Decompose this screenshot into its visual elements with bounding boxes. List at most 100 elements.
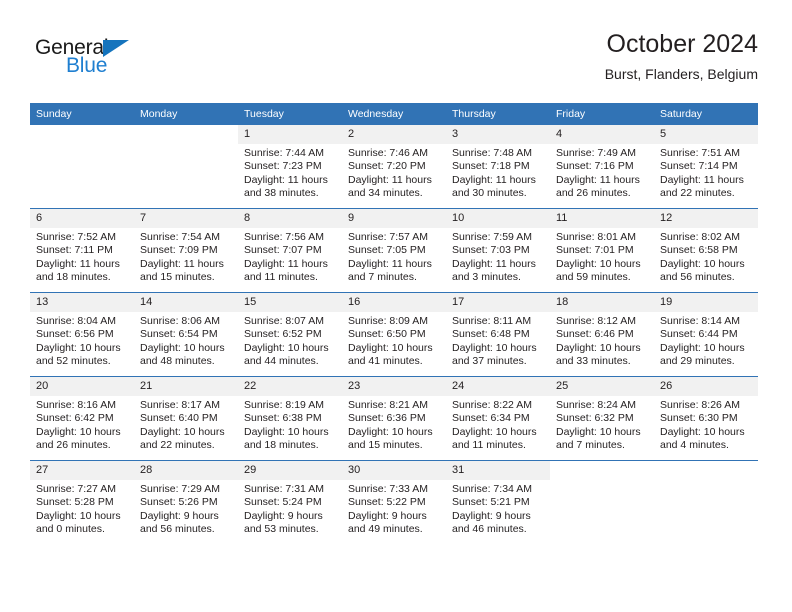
calendar-day-cell[interactable]: 30 Sunrise: 7:33 AM Sunset: 5:22 PM Dayligh… (342, 460, 446, 544)
calendar-day-cell[interactable]: 10 Sunrise: 7:59 AM Sunset: 7:03 PM Dayligh… (446, 208, 550, 293)
calendar-day-cell[interactable]: 31 Sunrise: 7:34 AM Sunset: 5:21 PM Dayligh… (446, 460, 550, 544)
generalblue-logo[interactable]: General Blue (35, 36, 185, 88)
calendar-body: 1 Sunrise: 7:44 AM Sunset: 7:23 PM Daylight… (30, 125, 758, 544)
calendar-day-cell[interactable] (134, 125, 238, 209)
calendar-day-cell[interactable]: 25 Sunrise: 8:24 AM Sunset: 6:32 PM Dayligh… (550, 376, 654, 461)
daylight-text-line1: Daylight: 11 hours (556, 173, 640, 186)
sunset-text: Sunset: 6:46 PM (556, 328, 634, 341)
calendar-day-cell[interactable]: 3 Sunrise: 7:48 AM Sunset: 7:18 PM Daylight… (446, 125, 550, 209)
day-number: 24 (446, 377, 550, 396)
sunrise-text: Sunrise: 7:56 AM (244, 231, 324, 243)
calendar-day-cell[interactable] (550, 460, 654, 544)
day-cell-26: 26 Sunrise: 8:26 AM Sunset: 6:30 PM Dayligh… (654, 377, 758, 460)
day-cell-15: 15 Sunrise: 8:07 AM Sunset: 6:52 PM Dayligh… (238, 293, 342, 376)
day-cell-18: 18 Sunrise: 8:12 AM Sunset: 6:46 PM Dayligh… (550, 293, 654, 376)
day-number: 31 (446, 461, 550, 480)
day-info: Sunrise: 8:06 AM Sunset: 6:54 PM Daylight:… (134, 312, 238, 369)
daylight-text-line1: Daylight: 11 hours (244, 173, 328, 186)
calendar-day-cell[interactable]: 8 Sunrise: 7:56 AM Sunset: 7:07 PM Daylight… (238, 208, 342, 293)
calendar-day-cell[interactable]: 15 Sunrise: 8:07 AM Sunset: 6:52 PM Dayligh… (238, 292, 342, 377)
weekday-header-tuesday: Tuesday (238, 103, 342, 125)
weekday-header-saturday: Saturday (654, 103, 758, 125)
calendar-day-cell[interactable]: 20 Sunrise: 8:16 AM Sunset: 6:42 PM Dayligh… (30, 376, 134, 461)
calendar-day-cell[interactable]: 7 Sunrise: 7:54 AM Sunset: 7:09 PM Daylight… (134, 208, 238, 293)
sunrise-text: Sunrise: 7:54 AM (140, 231, 220, 243)
calendar-day-cell[interactable]: 21 Sunrise: 8:17 AM Sunset: 6:40 PM Dayligh… (134, 376, 238, 461)
daylight-text-line1: Daylight: 10 hours (452, 341, 537, 354)
daylight-text-line1: Daylight: 10 hours (36, 509, 121, 522)
calendar-day-cell[interactable]: 28 Sunrise: 7:29 AM Sunset: 5:26 PM Dayligh… (134, 460, 238, 544)
calendar-day-cell[interactable]: 16 Sunrise: 8:09 AM Sunset: 6:50 PM Dayligh… (342, 292, 446, 377)
day-number (134, 125, 238, 144)
sunrise-text: Sunrise: 8:01 AM (556, 231, 636, 243)
calendar-day-cell[interactable]: 4 Sunrise: 7:49 AM Sunset: 7:16 PM Daylight… (550, 125, 654, 209)
calendar-day-cell[interactable]: 5 Sunrise: 7:51 AM Sunset: 7:14 PM Daylight… (654, 125, 758, 209)
calendar-day-cell[interactable]: 19 Sunrise: 8:14 AM Sunset: 6:44 PM Dayligh… (654, 292, 758, 377)
day-number: 9 (342, 209, 446, 228)
daylight-text-line2: and 49 minutes. (348, 523, 423, 536)
logo-text-blue: Blue (66, 54, 108, 77)
day-number: 5 (654, 125, 758, 144)
calendar-day-cell[interactable] (30, 125, 134, 209)
calendar-day-cell[interactable]: 9 Sunrise: 7:57 AM Sunset: 7:05 PM Daylight… (342, 208, 446, 293)
daylight-text-line1: Daylight: 10 hours (348, 341, 433, 354)
calendar-day-cell[interactable]: 27 Sunrise: 7:27 AM Sunset: 5:28 PM Dayligh… (30, 460, 134, 544)
sunrise-text: Sunrise: 7:52 AM (36, 231, 116, 243)
calendar-day-cell[interactable] (654, 460, 758, 544)
day-number: 2 (342, 125, 446, 144)
daylight-text-line1: Daylight: 9 hours (140, 509, 219, 522)
sunset-text: Sunset: 6:52 PM (244, 328, 322, 341)
daylight-text-line2: and 34 minutes. (348, 187, 423, 200)
day-cell-4: 4 Sunrise: 7:49 AM Sunset: 7:16 PM Daylight… (550, 125, 654, 208)
day-cell-11: 11 Sunrise: 8:01 AM Sunset: 7:01 PM Dayligh… (550, 209, 654, 292)
calendar-day-cell[interactable]: 18 Sunrise: 8:12 AM Sunset: 6:46 PM Dayligh… (550, 292, 654, 377)
sunset-text: Sunset: 5:28 PM (36, 496, 114, 509)
calendar-day-cell[interactable]: 11 Sunrise: 8:01 AM Sunset: 7:01 PM Dayligh… (550, 208, 654, 293)
day-info: Sunrise: 7:46 AM Sunset: 7:20 PM Daylight:… (342, 144, 446, 201)
sunrise-text: Sunrise: 8:26 AM (660, 399, 740, 411)
day-info: Sunrise: 7:52 AM Sunset: 7:11 PM Daylight:… (30, 228, 134, 285)
sunset-text: Sunset: 6:42 PM (36, 412, 114, 425)
calendar-day-cell[interactable]: 14 Sunrise: 8:06 AM Sunset: 6:54 PM Dayligh… (134, 292, 238, 377)
daylight-text-line2: and 22 minutes. (140, 439, 215, 452)
sunset-text: Sunset: 6:50 PM (348, 328, 426, 341)
calendar-day-cell[interactable]: 6 Sunrise: 7:52 AM Sunset: 7:11 PM Daylight… (30, 208, 134, 293)
calendar-day-cell[interactable]: 2 Sunrise: 7:46 AM Sunset: 7:20 PM Daylight… (342, 125, 446, 209)
calendar-week-row: 6 Sunrise: 7:52 AM Sunset: 7:11 PM Daylight… (30, 208, 758, 293)
day-number: 23 (342, 377, 446, 396)
calendar-day-cell[interactable]: 24 Sunrise: 8:22 AM Sunset: 6:34 PM Dayligh… (446, 376, 550, 461)
daylight-text-line2: and 4 minutes. (660, 439, 729, 452)
day-info: Sunrise: 7:57 AM Sunset: 7:05 PM Daylight:… (342, 228, 446, 285)
calendar-week-row: 13 Sunrise: 8:04 AM Sunset: 6:56 PM Dayligh… (30, 292, 758, 377)
day-cell-17: 17 Sunrise: 8:11 AM Sunset: 6:48 PM Dayligh… (446, 293, 550, 376)
calendar-day-cell[interactable]: 29 Sunrise: 7:31 AM Sunset: 5:24 PM Dayligh… (238, 460, 342, 544)
daylight-text-line2: and 15 minutes. (140, 271, 215, 284)
day-number: 19 (654, 293, 758, 312)
sunset-text: Sunset: 6:34 PM (452, 412, 530, 425)
sunrise-text: Sunrise: 8:11 AM (452, 315, 532, 327)
calendar-day-cell[interactable]: 13 Sunrise: 8:04 AM Sunset: 6:56 PM Dayligh… (30, 292, 134, 377)
sunset-text: Sunset: 6:58 PM (660, 244, 738, 257)
daylight-text-line1: Daylight: 10 hours (660, 257, 745, 270)
sunrise-text: Sunrise: 8:17 AM (140, 399, 220, 411)
calendar-day-cell[interactable]: 17 Sunrise: 8:11 AM Sunset: 6:48 PM Dayligh… (446, 292, 550, 377)
day-cell-empty (30, 125, 134, 208)
calendar-day-cell[interactable]: 12 Sunrise: 8:02 AM Sunset: 6:58 PM Dayligh… (654, 208, 758, 293)
day-cell-25: 25 Sunrise: 8:24 AM Sunset: 6:32 PM Dayligh… (550, 377, 654, 460)
day-cell-1: 1 Sunrise: 7:44 AM Sunset: 7:23 PM Daylight… (238, 125, 342, 208)
day-info: Sunrise: 8:12 AM Sunset: 6:46 PM Daylight:… (550, 312, 654, 369)
day-info: Sunrise: 8:04 AM Sunset: 6:56 PM Daylight:… (30, 312, 134, 369)
day-cell-12: 12 Sunrise: 8:02 AM Sunset: 6:58 PM Dayligh… (654, 209, 758, 292)
day-cell-2: 2 Sunrise: 7:46 AM Sunset: 7:20 PM Daylight… (342, 125, 446, 208)
daylight-text-line2: and 59 minutes. (556, 271, 631, 284)
day-info: Sunrise: 7:51 AM Sunset: 7:14 PM Daylight:… (654, 144, 758, 201)
calendar-day-cell[interactable]: 26 Sunrise: 8:26 AM Sunset: 6:30 PM Dayligh… (654, 376, 758, 461)
calendar-day-cell[interactable]: 23 Sunrise: 8:21 AM Sunset: 6:36 PM Dayligh… (342, 376, 446, 461)
calendar-day-cell[interactable]: 1 Sunrise: 7:44 AM Sunset: 7:23 PM Daylight… (238, 125, 342, 209)
day-number: 8 (238, 209, 342, 228)
calendar-day-cell[interactable]: 22 Sunrise: 8:19 AM Sunset: 6:38 PM Dayligh… (238, 376, 342, 461)
day-info: Sunrise: 8:14 AM Sunset: 6:44 PM Daylight:… (654, 312, 758, 369)
sunset-text: Sunset: 7:09 PM (140, 244, 218, 257)
day-cell-23: 23 Sunrise: 8:21 AM Sunset: 6:36 PM Dayligh… (342, 377, 446, 460)
daylight-text-line1: Daylight: 10 hours (140, 425, 225, 438)
